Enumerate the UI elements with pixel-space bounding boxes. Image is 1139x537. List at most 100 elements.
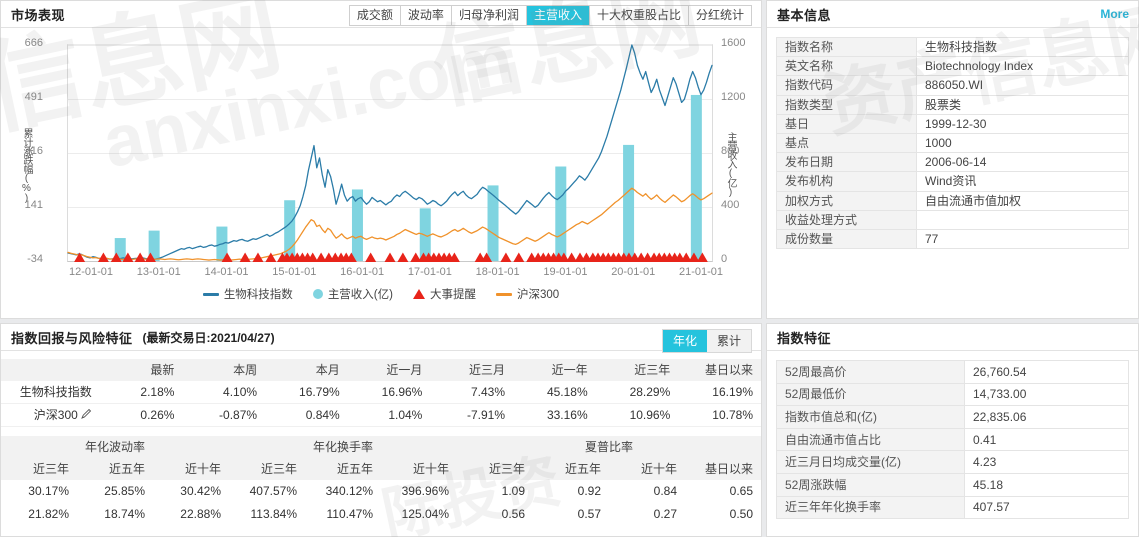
row-value: Wind资讯 (917, 172, 1129, 191)
row-value: Biotechnology Index (917, 57, 1129, 76)
table-row: 52周涨跌幅45.18 (777, 473, 1129, 496)
return-value: 10.78% (678, 404, 761, 427)
stat-value: 22.88% (153, 503, 229, 526)
x-tick-label: 19-01-01 (533, 266, 597, 278)
table-row: 52周最低价14,733.00 (777, 383, 1129, 406)
y-tick-label-left: 491 (0, 91, 43, 103)
x-tick-label: 12-01-01 (59, 266, 123, 278)
chart-plot-area[interactable] (67, 44, 713, 262)
return-value: 16.79% (265, 381, 348, 404)
returns-panel-title: 指数回报与风险特征 (11, 328, 133, 347)
chart-tab-1[interactable]: 波动率 (401, 6, 452, 25)
row-key: 指数代码 (777, 76, 917, 95)
returns-col-header: 近三月 (430, 359, 513, 381)
stat-sub-header: 近十年 (153, 458, 229, 480)
row-key: 基点 (777, 133, 917, 152)
legend-item-3[interactable]: 沪深300 (496, 286, 559, 302)
stat-sub-header: 近十年 (609, 458, 685, 480)
stat-value: 0.57 (533, 503, 609, 526)
table-row: 近三月日均成交量(亿)4.23 (777, 451, 1129, 474)
stat-group-header: 夏普比率 (457, 436, 761, 458)
table-row: 52周最高价26,760.54 (777, 361, 1129, 384)
returns-panel-header: 指数回报与风险特征 (最新交易日:2021/04/27) 年化累计 (1, 324, 761, 351)
toggle-cumulative[interactable]: 累计 (707, 330, 751, 352)
stat-value: 30.17% (1, 480, 77, 503)
legend-label: 主营收入(亿) (328, 286, 393, 302)
stat-value: 110.47% (305, 503, 381, 526)
y-tick-label-left: 141 (0, 199, 43, 211)
table-row: 发布日期2006-06-14 (777, 153, 1129, 172)
chart-tab-group[interactable]: 成交额波动率归母净利润主营收入十大权重股占比分红统计 (349, 5, 752, 26)
legend-triangle-icon (413, 289, 425, 299)
row-key: 近三月日均成交量(亿) (777, 451, 965, 474)
y-tick-label-left: -34 (0, 253, 43, 265)
index-feature-panel: 指数特征 52周最高价26,760.5452周最低价14,733.00指数市值总… (766, 323, 1139, 537)
table-row: 30.17%25.85%30.42%407.57%340.12%396.96%1… (1, 480, 761, 503)
row-key: 52周最高价 (777, 361, 965, 384)
table-row: 指数名称生物科技指数 (777, 38, 1129, 57)
stat-value: 0.50 (685, 503, 761, 526)
x-tick-label: 20-01-01 (601, 266, 665, 278)
row-key: 英文名称 (777, 57, 917, 76)
toggle-annualized[interactable]: 年化 (663, 330, 707, 352)
page-root: 信息网 anxinxi.com 资产信息网 际投资 信息网 市场表现 成交额波动… (0, 0, 1139, 537)
chart-tab-5[interactable]: 分红统计 (689, 6, 751, 25)
feature-table: 52周最高价26,760.5452周最低价14,733.00指数市值总和(亿)2… (776, 360, 1129, 519)
return-value: 0.26% (100, 404, 183, 427)
returns-col-header: 近一月 (348, 359, 431, 381)
stat-sub-header: 近五年 (305, 458, 381, 480)
table-row: 加权方式自由流通市值加权 (777, 191, 1129, 210)
stat-value: 30.42% (153, 480, 229, 503)
legend-item-1[interactable]: 主营收入(亿) (313, 286, 393, 302)
table-row: 近三年年化换手率407.57 (777, 496, 1129, 519)
returns-col-header: 近三年 (596, 359, 679, 381)
info-panel-title: 基本信息 (777, 5, 831, 24)
stat-sub-header: 近十年 (381, 458, 457, 480)
return-value: 16.19% (678, 381, 761, 404)
chart-tab-0[interactable]: 成交额 (350, 6, 401, 25)
stat-sub-header: 基日以来 (685, 458, 761, 480)
chart-tab-4[interactable]: 十大权重股占比 (590, 6, 689, 25)
series-line-沪深300 (68, 188, 712, 260)
returns-col-header: 本周 (182, 359, 265, 381)
chart-tab-2[interactable]: 归母净利润 (452, 6, 527, 25)
stat-value: 18.74% (77, 503, 153, 526)
stat-group-header: 年化换手率 (229, 436, 457, 458)
row-value: 77 (917, 229, 1129, 248)
row-key: 基日 (777, 114, 917, 133)
table-row: 基日1999-12-30 (777, 114, 1129, 133)
y-tick-label-right: 0 (721, 253, 761, 265)
stat-value: 125.04% (381, 503, 457, 526)
stat-value: 0.56 (457, 503, 533, 526)
chart-svg (68, 45, 712, 261)
page-title: 市场表现 (11, 5, 65, 24)
row-key: 自由流通市值占比 (777, 428, 965, 451)
series-name: 沪深300 (1, 404, 100, 427)
legend-item-2[interactable]: 大事提醒 (413, 286, 476, 302)
table-row: 21.82%18.74%22.88%113.84%110.47%125.04%0… (1, 503, 761, 526)
info-panel-header: 基本信息 More (767, 1, 1138, 28)
risk-stats-group-header: 年化波动率年化换手率夏普比率 (1, 436, 761, 458)
y-tick-label-left: 316 (0, 145, 43, 157)
stat-value: 113.84% (229, 503, 305, 526)
series-name-label: 沪深300 (34, 408, 78, 422)
table-row: 指数市值总和(亿)22,835.06 (777, 406, 1129, 429)
y-tick-label-right: 800 (721, 145, 761, 157)
return-value: 7.43% (430, 381, 513, 404)
return-value: 2.18% (100, 381, 183, 404)
legend-label: 沪深300 (517, 286, 559, 302)
legend-label: 生物科技指数 (224, 286, 293, 302)
series-name: 生物科技指数 (1, 381, 100, 404)
table-row: 生物科技指数2.18%4.10%16.79%16.96%7.43%45.18%2… (1, 381, 761, 404)
return-value: -0.87% (182, 404, 265, 427)
row-key: 指数市值总和(亿) (777, 406, 965, 429)
row-key: 发布机构 (777, 172, 917, 191)
annualize-toggle[interactable]: 年化累计 (662, 329, 752, 353)
y-tick-label-left: 666 (0, 37, 43, 49)
row-key: 发布日期 (777, 153, 917, 172)
chart-tab-3[interactable]: 主营收入 (527, 6, 590, 25)
more-link[interactable]: More (1100, 7, 1129, 21)
edit-pencil-icon[interactable] (81, 408, 92, 422)
basic-info-table: 指数名称生物科技指数英文名称Biotechnology Index指数代码886… (776, 37, 1129, 249)
legend-item-0[interactable]: 生物科技指数 (203, 286, 293, 302)
